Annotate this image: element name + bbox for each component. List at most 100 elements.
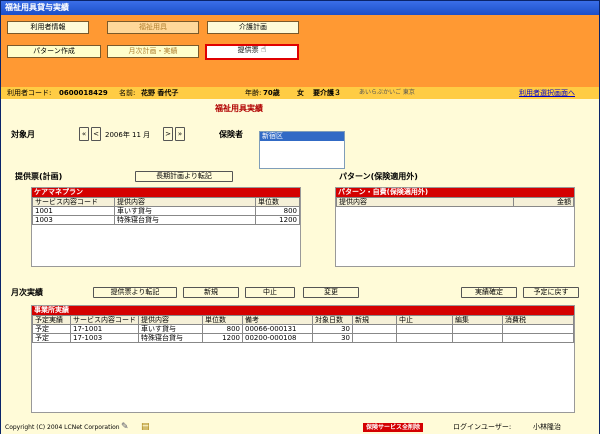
column-header: 対象日数 xyxy=(312,315,353,325)
care-level: 要介護３ xyxy=(313,89,341,97)
office-results-panel: 事業所実績 予定実績 サービス内容コード 提供内容 単位数 備考 対象日数 新規… xyxy=(31,305,575,413)
window-title: 福祉用具貸与実績 xyxy=(1,1,599,15)
delete-all-insurance-button[interactable]: 保険サービス全削除 xyxy=(363,423,424,432)
cancel-button[interactable]: 中止 xyxy=(245,287,295,298)
kana-text: あいらぶかいご 東京 xyxy=(359,89,415,96)
copyright-text: Copyright (C) 2004 LCNet Corporation xyxy=(5,424,120,431)
tax-cell xyxy=(502,324,574,334)
table-header-row: サービス内容コード 提供内容 単位数 xyxy=(32,197,300,207)
book-icon[interactable]: ▤ xyxy=(141,421,150,434)
column-header: 提供内容 xyxy=(138,315,203,325)
table-header-row: 提供内容 金額 xyxy=(336,197,574,207)
table-cell: 車いす貸与 xyxy=(138,324,203,334)
table-row[interactable]: 予定 17-1003 特殊寝台貸与 1200 00200-000108 30 xyxy=(32,333,574,343)
new-button[interactable]: 新規 xyxy=(183,287,239,298)
confirm-results-button[interactable]: 実績確定 xyxy=(461,287,517,298)
office-results-table: 予定実績 サービス内容コード 提供内容 単位数 備考 対象日数 新規 中止 編集… xyxy=(32,315,574,343)
care-plan-panel-title: ケアマネプラン xyxy=(32,188,300,197)
pattern-out-table: 提供内容 金額 xyxy=(336,197,574,207)
period-value: 2006年 11 月 xyxy=(105,131,151,139)
column-header: 新規 xyxy=(352,315,397,325)
new-checkbox-cell[interactable] xyxy=(352,333,397,343)
user-age: 70歳 xyxy=(263,89,280,97)
edit-cell[interactable] xyxy=(452,324,503,334)
table-cell: 車いす貸与 xyxy=(114,206,256,216)
section-title: 福祉用具実績 xyxy=(215,104,263,113)
table-cell: 30 xyxy=(312,324,353,334)
column-header: 提供内容 xyxy=(336,197,514,207)
table-cell: 1200 xyxy=(202,333,243,343)
footer-bar: Copyright (C) 2004 LCNet Corporation ✎ ▤… xyxy=(1,421,599,434)
plan-label: 提供票(計画) xyxy=(15,172,63,181)
column-header: 編集 xyxy=(452,315,503,325)
pattern-out-panel: パターン・自費(保険適用外) 提供内容 金額 xyxy=(335,187,575,267)
office-results-panel-title: 事業所実績 xyxy=(32,306,574,315)
last-month-button[interactable]: » xyxy=(175,127,185,141)
period-label: 対象月 xyxy=(11,130,35,139)
insurer-label: 保険者 xyxy=(219,130,243,139)
table-cell: 1001 xyxy=(32,206,115,216)
column-header: サービス内容コード xyxy=(32,197,115,207)
change-button[interactable]: 変更 xyxy=(303,287,359,298)
user-info-bar: 利用者コード: 0600018429 名前: 花野 香代子 年齢: 70歳 女 … xyxy=(1,87,599,99)
age-label: 年齢: xyxy=(245,89,262,97)
revert-to-plan-button[interactable]: 予定に戻す xyxy=(523,287,579,298)
column-header: 提供内容 xyxy=(114,197,256,207)
nav-user-info-button[interactable]: 利用者情報 xyxy=(7,21,89,34)
table-cell: 予定 xyxy=(32,333,71,343)
transfer-long-plan-button[interactable]: 長期計画より転記 xyxy=(135,171,233,182)
table-cell: 800 xyxy=(255,206,300,216)
login-user: 小林隆治 xyxy=(533,423,561,431)
nav-welfare-button[interactable]: 福祉用具 xyxy=(107,21,199,34)
edit-cell[interactable] xyxy=(452,333,503,343)
table-cell: 00066-000131 xyxy=(242,324,313,334)
header-band: 利用者情報 福祉用具 介護計画 パターン作成 月次計画・実績 提供票 ☝ xyxy=(1,15,599,87)
column-header: 単位数 xyxy=(202,315,243,325)
nav-care-plan-button[interactable]: 介護計画 xyxy=(207,21,299,34)
insurer-selected-item[interactable]: 新宿区 xyxy=(260,132,344,141)
user-name: 花野 香代子 xyxy=(141,89,179,97)
table-cell: 17-1001 xyxy=(70,324,139,334)
cancel-checkbox-cell[interactable] xyxy=(396,333,453,343)
next-month-button[interactable]: > xyxy=(163,127,173,141)
column-header: 単位数 xyxy=(255,197,300,207)
nav-pattern-button[interactable]: パターン作成 xyxy=(7,45,101,58)
pattern-out-panel-title: パターン・自費(保険適用外) xyxy=(336,188,574,197)
table-cell: 800 xyxy=(202,324,243,334)
table-row[interactable]: 1003 特殊寝台貸与 1200 xyxy=(32,215,300,225)
table-cell: 予定 xyxy=(32,324,71,334)
table-cell: 00200-000108 xyxy=(242,333,313,343)
user-select-link[interactable]: 利用者選択画面へ xyxy=(519,87,575,99)
insurer-listbox[interactable]: 新宿区 xyxy=(259,131,345,169)
pen-icon[interactable]: ✎ xyxy=(121,421,129,434)
table-cell: 特殊寝台貸与 xyxy=(138,333,203,343)
monthly-label: 月次実績 xyxy=(11,288,43,297)
transfer-provision-button[interactable]: 提供票より転記 xyxy=(93,287,177,298)
table-header-row: 予定実績 サービス内容コード 提供内容 単位数 備考 対象日数 新規 中止 編集… xyxy=(32,315,574,325)
care-plan-table: サービス内容コード 提供内容 単位数 1001 車いす貸与 800 1003 特… xyxy=(32,197,300,225)
column-header: サービス内容コード xyxy=(70,315,139,325)
user-code-label: 利用者コード: xyxy=(7,89,52,97)
first-month-button[interactable]: « xyxy=(79,127,89,141)
user-gender: 女 xyxy=(297,89,304,97)
column-header: 消費税 xyxy=(502,315,574,325)
user-code: 0600018429 xyxy=(59,89,108,97)
prev-month-button[interactable]: < xyxy=(91,127,101,141)
new-checkbox-cell[interactable] xyxy=(352,324,397,334)
nav-monthly-button[interactable]: 月次計画・実績 xyxy=(107,45,199,58)
column-header: 金額 xyxy=(513,197,574,207)
table-cell: 17-1003 xyxy=(70,333,139,343)
column-header: 予定実績 xyxy=(32,315,71,325)
column-header: 中止 xyxy=(396,315,453,325)
nav-provision-label: 提供票 xyxy=(237,46,259,54)
pattern-out-label: パターン(保険適用外) xyxy=(339,172,418,181)
table-cell: 30 xyxy=(312,333,353,343)
table-row[interactable]: 1001 車いす貸与 800 xyxy=(32,206,300,216)
column-header: 備考 xyxy=(242,315,313,325)
care-plan-panel: ケアマネプラン サービス内容コード 提供内容 単位数 1001 車いす貸与 80… xyxy=(31,187,301,267)
cursor-hand-icon: ☝ xyxy=(260,45,267,55)
cancel-checkbox-cell[interactable] xyxy=(396,324,453,334)
table-cell: 1200 xyxy=(255,215,300,225)
nav-provision-button[interactable]: 提供票 ☝ xyxy=(205,44,299,60)
table-row[interactable]: 予定 17-1001 車いす貸与 800 00066-000131 30 xyxy=(32,324,574,334)
